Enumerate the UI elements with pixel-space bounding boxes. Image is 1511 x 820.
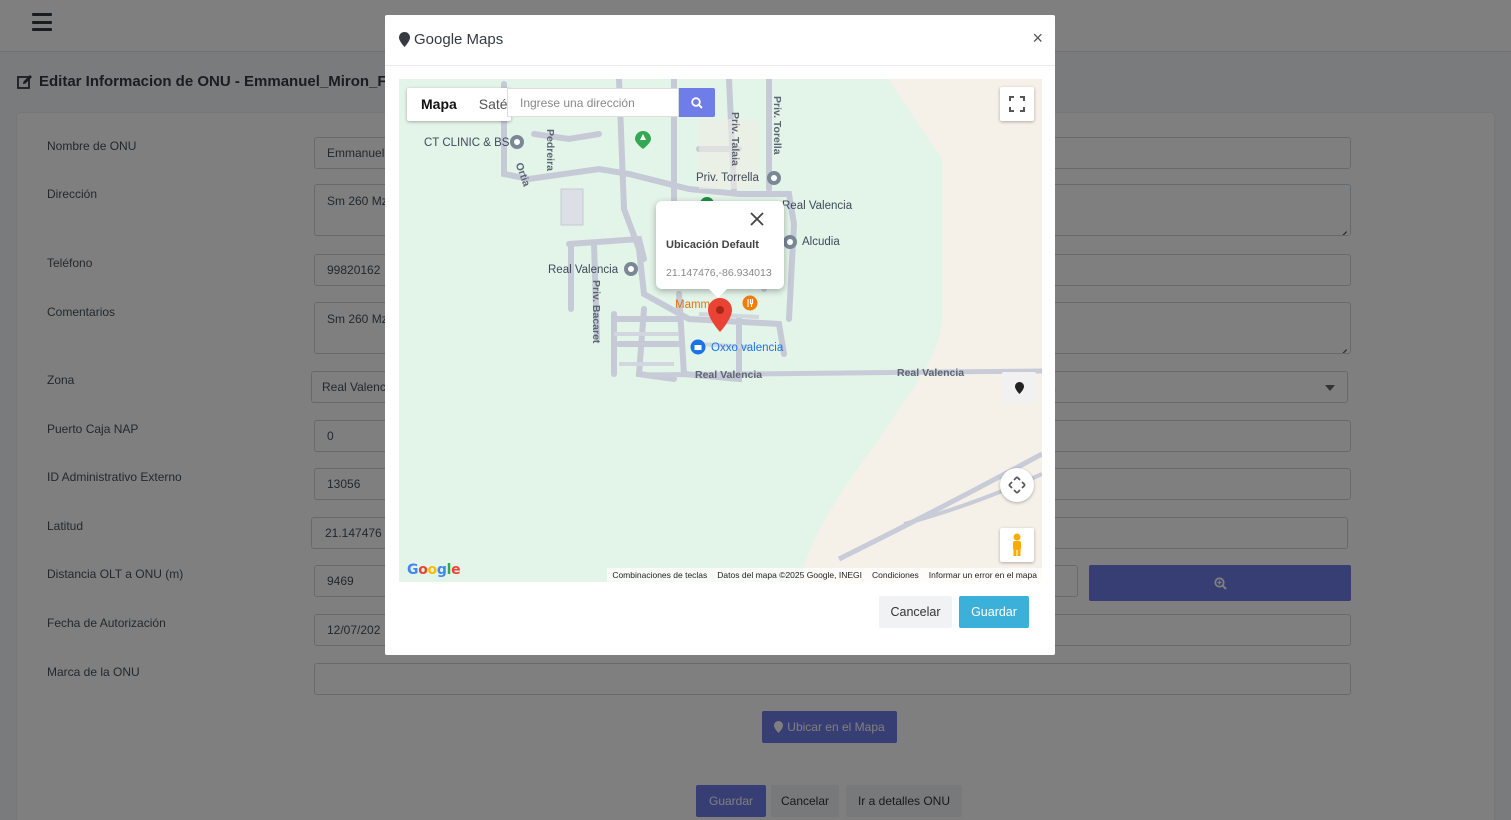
map-data-attribution: Datos del mapa ©2025 Google, INEGI xyxy=(717,570,863,580)
camera-control-button[interactable] xyxy=(1000,468,1034,502)
close-icon[interactable]: × xyxy=(1032,29,1043,47)
street-priv-torella: Priv. Torella xyxy=(771,96,783,155)
google-maps-modal: Google Maps × Mapa Saté Ingrese una dire… xyxy=(385,15,1055,655)
modal-title-text: Google Maps xyxy=(414,31,504,48)
terms-link[interactable]: Condiciones xyxy=(872,570,919,580)
location-marker-icon[interactable] xyxy=(708,298,732,332)
map-marker-icon xyxy=(399,32,410,47)
google-map[interactable]: Mapa Satélite Ingrese una dirección CT C… xyxy=(399,79,1042,582)
poi-real-valencia-left[interactable]: Real Valencia xyxy=(548,264,618,276)
fullscreen-button[interactable] xyxy=(1000,87,1034,121)
place-pin-icon xyxy=(510,135,524,149)
park-tree-icon xyxy=(635,131,651,149)
keyboard-shortcuts-link[interactable]: Combinaciones de teclas xyxy=(612,570,707,580)
poi-oxxo[interactable]: Oxxo valencia xyxy=(711,342,783,354)
pegman-icon xyxy=(1013,533,1021,556)
google-logo: Google xyxy=(407,562,461,578)
marker-info-window: Ubicación Default 21.147476,-86.934013 xyxy=(656,201,784,298)
poi-ct-clinic[interactable]: CT CLINIC & BS xyxy=(424,137,509,149)
pegman-button[interactable] xyxy=(1000,528,1034,562)
info-window-coords: 21.147476,-86.934013 xyxy=(666,267,772,279)
map-type-mapa[interactable]: Mapa xyxy=(407,88,471,121)
modal-cancel-button[interactable]: Cancelar xyxy=(879,596,952,628)
place-pin-icon xyxy=(783,235,797,249)
map-type-satelite[interactable]: Satélite xyxy=(471,88,511,121)
poi-ct-clinic-label: CT CLINIC & BS xyxy=(424,137,510,149)
map-marker-icon xyxy=(1014,381,1024,394)
street-priv-bacaret: Priv. Bacaret xyxy=(590,280,602,344)
modal-title: Google Maps xyxy=(399,31,503,48)
fullscreen-icon xyxy=(1009,96,1025,112)
poi-alcudia-label: Alcudia xyxy=(802,236,840,248)
search-icon xyxy=(691,96,703,109)
address-search-button[interactable] xyxy=(679,88,715,117)
place-pin-icon xyxy=(624,262,638,276)
street-pedreira: Pedreira xyxy=(544,129,556,172)
info-window-title: Ubicación Default xyxy=(666,239,759,251)
street-real-valencia-1: Real Valencia xyxy=(695,369,763,381)
place-pin-icon xyxy=(767,171,781,185)
shopping-icon xyxy=(690,339,706,355)
poi-oxxo-label: Oxxo valencia xyxy=(711,342,784,354)
address-search-input[interactable]: Ingrese una dirección xyxy=(507,88,679,117)
poi-real-valencia-top[interactable]: Real Valencia xyxy=(782,200,852,212)
marker-control-button[interactable] xyxy=(1002,372,1036,403)
poi-priv-torrella-label: Priv. Torrella xyxy=(696,172,759,184)
map-footer: Combinaciones de teclas Datos del mapa ©… xyxy=(607,568,1042,582)
map-type-control[interactable]: Mapa Satélite xyxy=(407,88,511,121)
report-error-link[interactable]: Informar un error en el mapa xyxy=(929,570,1037,580)
poi-real-valencia-top-label: Real Valencia xyxy=(782,200,853,212)
modal-save-button[interactable]: Guardar xyxy=(959,596,1029,628)
pan-arrows-icon xyxy=(1008,476,1026,494)
poi-alcudia[interactable]: Alcudia xyxy=(802,236,840,248)
street-priv-talaia: Priv. Talaia xyxy=(729,112,741,166)
poi-real-valencia-left-label: Real Valencia xyxy=(548,264,619,276)
restaurant-icon xyxy=(742,295,758,311)
street-real-valencia-2: Real Valencia xyxy=(897,367,965,379)
modal-header: Google Maps × xyxy=(385,15,1055,66)
poi-priv-torrella[interactable]: Priv. Torrella xyxy=(696,172,759,184)
info-close-icon[interactable] xyxy=(750,212,764,226)
